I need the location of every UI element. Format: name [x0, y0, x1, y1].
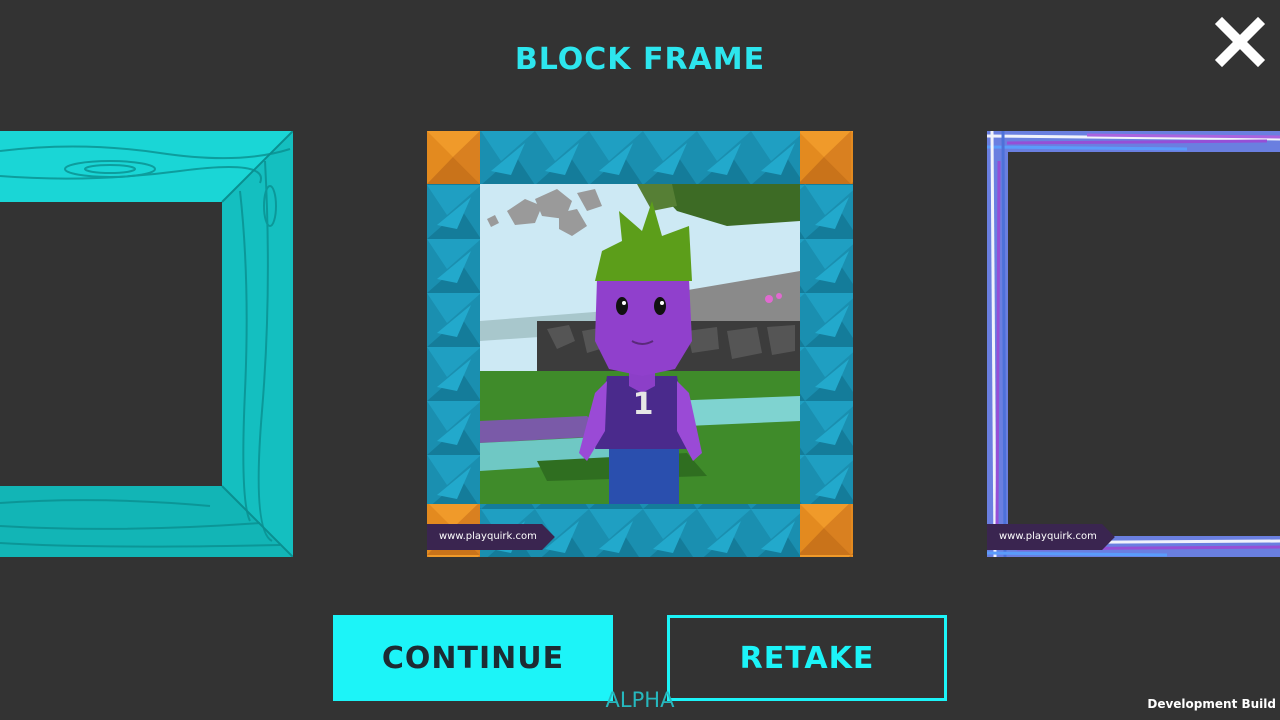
- development-build-label: Development Build: [1147, 697, 1276, 711]
- character-photo: 1: [480, 184, 800, 504]
- frame-option-block[interactable]: 1 www.playquirk.com: [427, 131, 853, 557]
- frame-option-crayon[interactable]: www.playquirk.com: [987, 131, 1280, 557]
- block-frame-image: 1: [427, 131, 853, 557]
- crayon-frame-image: [987, 131, 1280, 557]
- url-tag: www.playquirk.com: [427, 524, 555, 550]
- page-title: BLOCK FRAME: [514, 42, 766, 77]
- wood-frame-image: [0, 131, 293, 557]
- close-button[interactable]: [1214, 16, 1266, 68]
- alpha-label: ALPHA: [605, 688, 675, 712]
- frame-option-wood[interactable]: [0, 131, 293, 557]
- close-icon: [1214, 16, 1266, 68]
- url-tag: www.playquirk.com: [987, 524, 1115, 550]
- svg-text:1: 1: [633, 387, 654, 422]
